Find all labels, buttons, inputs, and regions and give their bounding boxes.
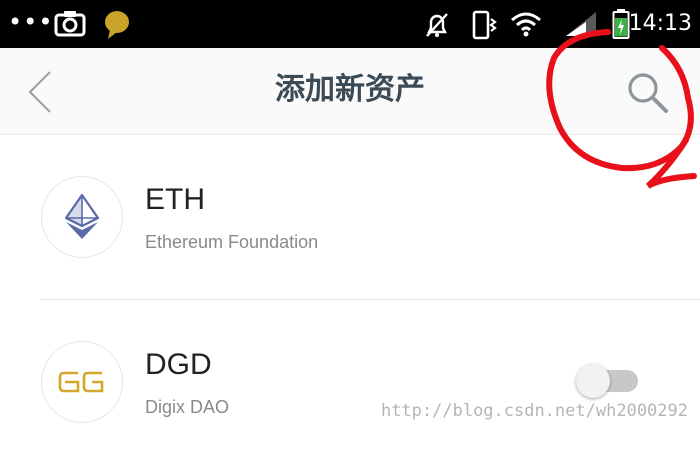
signal-icon bbox=[556, 10, 600, 42]
list-item[interactable]: ETH Ethereum Foundation bbox=[0, 135, 700, 299]
wifi-icon bbox=[510, 10, 542, 42]
digix-logo-icon bbox=[58, 371, 104, 393]
asset-logo bbox=[41, 176, 123, 258]
chat-bubble-icon bbox=[104, 10, 130, 44]
screenshot-icon bbox=[54, 10, 86, 42]
vibrate-icon bbox=[470, 10, 498, 44]
asset-toggle[interactable] bbox=[576, 364, 640, 398]
asset-name: Digix DAO bbox=[145, 397, 230, 417]
asset-symbol: ETH bbox=[145, 183, 205, 216]
toggle-thumb bbox=[576, 364, 610, 398]
page-title: 添加新资产 bbox=[275, 72, 425, 107]
search-button[interactable] bbox=[622, 68, 674, 120]
asset-logo bbox=[41, 341, 123, 423]
search-icon bbox=[628, 73, 668, 113]
ethereum-logo-icon bbox=[65, 194, 99, 239]
list-item[interactable]: DGD Digix DAO bbox=[40, 299, 700, 464]
status-bar: ••• 14:13 bbox=[0, 0, 700, 48]
watermark: http://blog.csdn.net/wh2000292 bbox=[380, 401, 688, 421]
battery-charging-icon bbox=[612, 8, 630, 44]
more-dots: ••• bbox=[8, 8, 54, 36]
asset-symbol: DGD bbox=[145, 348, 212, 381]
app-bar: 添加新资产 bbox=[0, 48, 700, 135]
notifications-muted-icon bbox=[424, 12, 450, 42]
clock: 14:13 bbox=[628, 11, 692, 36]
asset-name: Ethereum Foundation bbox=[145, 232, 319, 252]
